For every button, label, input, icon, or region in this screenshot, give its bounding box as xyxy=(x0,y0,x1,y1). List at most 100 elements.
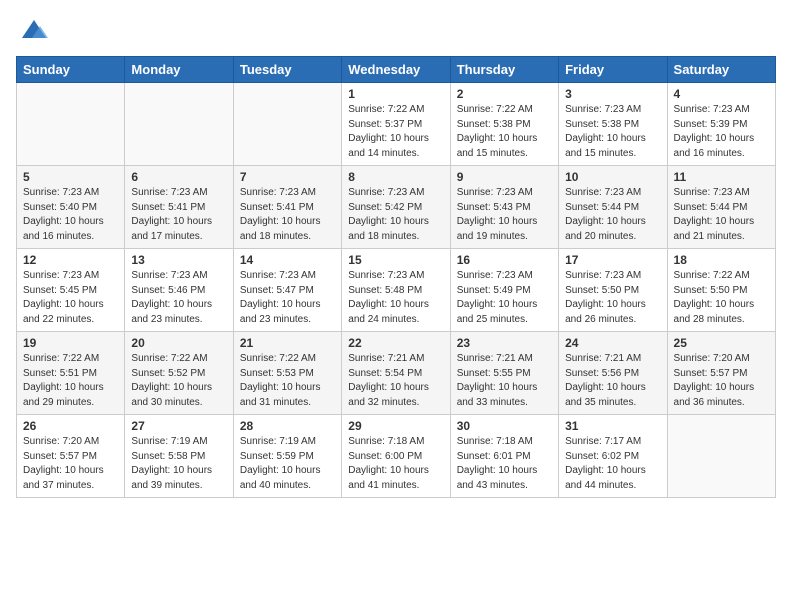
week-row-4: 19 Sunrise: 7:22 AM Sunset: 5:51 PM Dayli… xyxy=(17,332,776,415)
day-info: Sunrise: 7:23 AM Sunset: 5:41 PM Dayligh… xyxy=(240,186,335,244)
weekday-header-friday: Friday xyxy=(559,57,667,83)
day-info: Sunrise: 7:20 AM Sunset: 5:57 PM Dayligh… xyxy=(674,352,769,410)
day-info: Sunrise: 7:23 AM Sunset: 5:49 PM Dayligh… xyxy=(457,269,552,327)
day-info: Sunrise: 7:22 AM Sunset: 5:51 PM Dayligh… xyxy=(23,352,118,410)
calendar-cell xyxy=(17,83,125,166)
day-number: 20 xyxy=(131,336,226,350)
calendar-cell xyxy=(233,83,341,166)
calendar-cell xyxy=(667,415,775,498)
calendar-cell: 31 Sunrise: 7:17 AM Sunset: 6:02 PM Dayli… xyxy=(559,415,667,498)
day-info: Sunrise: 7:21 AM Sunset: 5:55 PM Dayligh… xyxy=(457,352,552,410)
week-row-3: 12Sunrise: 7:23 AM Sunset: 5:45 PM Dayli… xyxy=(17,249,776,332)
calendar-cell: 5 Sunrise: 7:23 AM Sunset: 5:40 PM Daylig… xyxy=(17,166,125,249)
day-number: 17 xyxy=(565,253,660,267)
day-info: Sunrise: 7:23 AM Sunset: 5:42 PM Dayligh… xyxy=(348,186,443,244)
day-number: 14 xyxy=(240,253,335,267)
logo-icon xyxy=(20,16,48,44)
weekday-header-saturday: Saturday xyxy=(667,57,775,83)
week-row-5: 26 Sunrise: 7:20 AM Sunset: 5:57 PM Dayli… xyxy=(17,415,776,498)
day-info: Sunrise: 7:23 AM Sunset: 5:47 PM Dayligh… xyxy=(240,269,335,327)
calendar-cell: 17 Sunrise: 7:23 AM Sunset: 5:50 PM Dayli… xyxy=(559,249,667,332)
day-info: Sunrise: 7:23 AM Sunset: 5:44 PM Dayligh… xyxy=(565,186,660,244)
calendar-cell: 18Sunrise: 7:22 AM Sunset: 5:50 PM Dayli… xyxy=(667,249,775,332)
logo xyxy=(16,16,48,44)
day-number: 13 xyxy=(131,253,226,267)
day-number: 26 xyxy=(23,419,118,433)
calendar-cell: 29 Sunrise: 7:18 AM Sunset: 6:00 PM Dayli… xyxy=(342,415,450,498)
day-number: 24 xyxy=(565,336,660,350)
weekday-header-wednesday: Wednesday xyxy=(342,57,450,83)
day-number: 31 xyxy=(565,419,660,433)
weekday-header-row: SundayMondayTuesdayWednesdayThursdayFrid… xyxy=(17,57,776,83)
calendar-cell: 10 Sunrise: 7:23 AM Sunset: 5:44 PM Dayli… xyxy=(559,166,667,249)
day-info: Sunrise: 7:22 AM Sunset: 5:38 PM Dayligh… xyxy=(457,103,552,161)
calendar-cell: 24 Sunrise: 7:21 AM Sunset: 5:56 PM Dayli… xyxy=(559,332,667,415)
calendar-cell: 23Sunrise: 7:21 AM Sunset: 5:55 PM Dayli… xyxy=(450,332,558,415)
day-number: 27 xyxy=(131,419,226,433)
day-info: Sunrise: 7:18 AM Sunset: 6:00 PM Dayligh… xyxy=(348,435,443,493)
week-row-1: 1 Sunrise: 7:22 AM Sunset: 5:37 PM Daylig… xyxy=(17,83,776,166)
calendar-cell: 13Sunrise: 7:23 AM Sunset: 5:46 PM Dayli… xyxy=(125,249,233,332)
day-info: Sunrise: 7:19 AM Sunset: 5:58 PM Dayligh… xyxy=(131,435,226,493)
day-number: 16 xyxy=(457,253,552,267)
day-info: Sunrise: 7:22 AM Sunset: 5:50 PM Dayligh… xyxy=(674,269,769,327)
day-number: 22 xyxy=(348,336,443,350)
calendar-cell: 11 Sunrise: 7:23 AM Sunset: 5:44 PM Dayli… xyxy=(667,166,775,249)
day-number: 15 xyxy=(348,253,443,267)
calendar-container: SundayMondayTuesdayWednesdayThursdayFrid… xyxy=(0,0,792,514)
week-row-2: 5 Sunrise: 7:23 AM Sunset: 5:40 PM Daylig… xyxy=(17,166,776,249)
day-info: Sunrise: 7:23 AM Sunset: 5:40 PM Dayligh… xyxy=(23,186,118,244)
calendar-cell: 4Sunrise: 7:23 AM Sunset: 5:39 PM Daylig… xyxy=(667,83,775,166)
calendar-cell: 28 Sunrise: 7:19 AM Sunset: 5:59 PM Dayli… xyxy=(233,415,341,498)
calendar-cell: 6 Sunrise: 7:23 AM Sunset: 5:41 PM Daylig… xyxy=(125,166,233,249)
day-number: 10 xyxy=(565,170,660,184)
day-number: 2 xyxy=(457,87,552,101)
day-info: Sunrise: 7:22 AM Sunset: 5:52 PM Dayligh… xyxy=(131,352,226,410)
day-info: Sunrise: 7:21 AM Sunset: 5:56 PM Dayligh… xyxy=(565,352,660,410)
weekday-header-monday: Monday xyxy=(125,57,233,83)
calendar-cell xyxy=(125,83,233,166)
day-info: Sunrise: 7:20 AM Sunset: 5:57 PM Dayligh… xyxy=(23,435,118,493)
day-number: 29 xyxy=(348,419,443,433)
day-info: Sunrise: 7:23 AM Sunset: 5:45 PM Dayligh… xyxy=(23,269,118,327)
day-number: 1 xyxy=(348,87,443,101)
calendar-cell: 1 Sunrise: 7:22 AM Sunset: 5:37 PM Daylig… xyxy=(342,83,450,166)
calendar-cell: 7 Sunrise: 7:23 AM Sunset: 5:41 PM Daylig… xyxy=(233,166,341,249)
day-number: 4 xyxy=(674,87,769,101)
calendar-cell: 16 Sunrise: 7:23 AM Sunset: 5:49 PM Dayli… xyxy=(450,249,558,332)
calendar-cell: 8Sunrise: 7:23 AM Sunset: 5:42 PM Daylig… xyxy=(342,166,450,249)
day-info: Sunrise: 7:19 AM Sunset: 5:59 PM Dayligh… xyxy=(240,435,335,493)
day-info: Sunrise: 7:23 AM Sunset: 5:43 PM Dayligh… xyxy=(457,186,552,244)
calendar-cell: 3Sunrise: 7:23 AM Sunset: 5:38 PM Daylig… xyxy=(559,83,667,166)
weekday-header-thursday: Thursday xyxy=(450,57,558,83)
calendar-cell: 9 Sunrise: 7:23 AM Sunset: 5:43 PM Daylig… xyxy=(450,166,558,249)
day-info: Sunrise: 7:17 AM Sunset: 6:02 PM Dayligh… xyxy=(565,435,660,493)
day-number: 25 xyxy=(674,336,769,350)
calendar-cell: 20 Sunrise: 7:22 AM Sunset: 5:52 PM Dayli… xyxy=(125,332,233,415)
day-number: 19 xyxy=(23,336,118,350)
calendar-cell: 30 Sunrise: 7:18 AM Sunset: 6:01 PM Dayli… xyxy=(450,415,558,498)
day-number: 28 xyxy=(240,419,335,433)
day-info: Sunrise: 7:21 AM Sunset: 5:54 PM Dayligh… xyxy=(348,352,443,410)
day-number: 3 xyxy=(565,87,660,101)
day-info: Sunrise: 7:23 AM Sunset: 5:50 PM Dayligh… xyxy=(565,269,660,327)
day-number: 30 xyxy=(457,419,552,433)
calendar-cell: 15Sunrise: 7:23 AM Sunset: 5:48 PM Dayli… xyxy=(342,249,450,332)
day-info: Sunrise: 7:22 AM Sunset: 5:53 PM Dayligh… xyxy=(240,352,335,410)
calendar-cell: 19 Sunrise: 7:22 AM Sunset: 5:51 PM Dayli… xyxy=(17,332,125,415)
calendar-cell: 27 Sunrise: 7:19 AM Sunset: 5:58 PM Dayli… xyxy=(125,415,233,498)
day-number: 21 xyxy=(240,336,335,350)
day-info: Sunrise: 7:23 AM Sunset: 5:44 PM Dayligh… xyxy=(674,186,769,244)
day-number: 5 xyxy=(23,170,118,184)
day-number: 11 xyxy=(674,170,769,184)
day-number: 6 xyxy=(131,170,226,184)
day-number: 9 xyxy=(457,170,552,184)
calendar-cell: 22 Sunrise: 7:21 AM Sunset: 5:54 PM Dayli… xyxy=(342,332,450,415)
calendar-cell: 25 Sunrise: 7:20 AM Sunset: 5:57 PM Dayli… xyxy=(667,332,775,415)
day-number: 7 xyxy=(240,170,335,184)
day-info: Sunrise: 7:22 AM Sunset: 5:37 PM Dayligh… xyxy=(348,103,443,161)
calendar-cell: 12Sunrise: 7:23 AM Sunset: 5:45 PM Dayli… xyxy=(17,249,125,332)
day-info: Sunrise: 7:18 AM Sunset: 6:01 PM Dayligh… xyxy=(457,435,552,493)
calendar-cell: 2 Sunrise: 7:22 AM Sunset: 5:38 PM Daylig… xyxy=(450,83,558,166)
day-info: Sunrise: 7:23 AM Sunset: 5:41 PM Dayligh… xyxy=(131,186,226,244)
